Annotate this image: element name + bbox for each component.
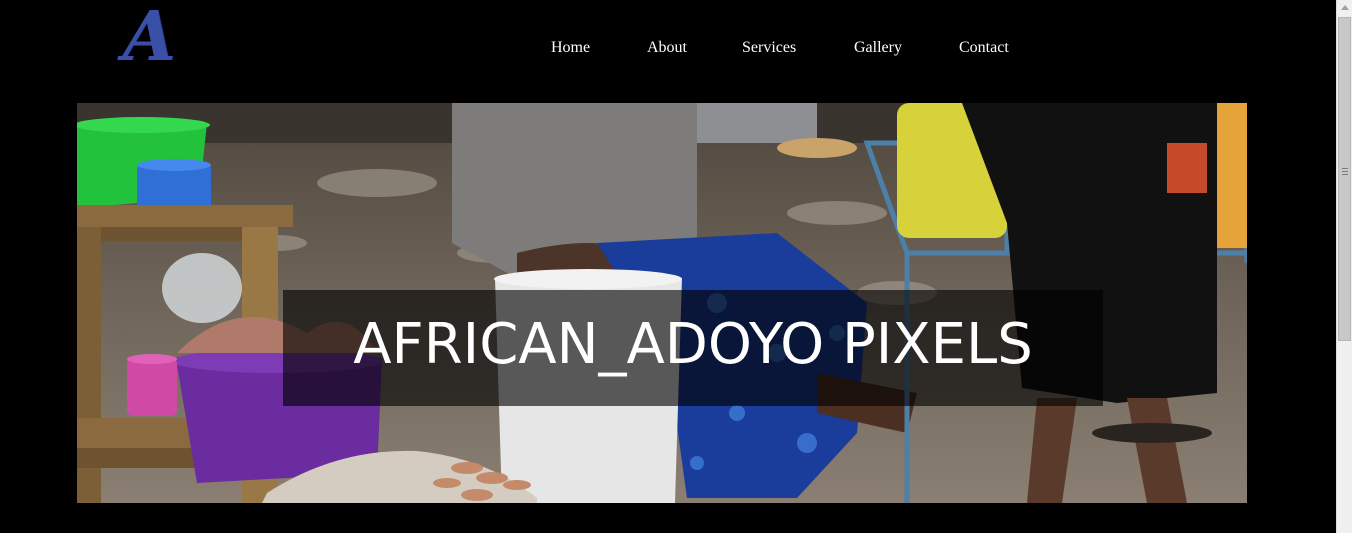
nav-about-link[interactable]: About xyxy=(647,36,687,60)
nav-contact-link[interactable]: Contact xyxy=(959,36,1009,60)
page: A Home About Services Gallery Contact AF… xyxy=(0,0,1336,533)
hero-title-overlay: AFRICAN_ADOYO PIXELS xyxy=(283,290,1103,406)
nav-services-link[interactable]: Services xyxy=(742,36,796,60)
scrollbar-grip-icon xyxy=(1342,168,1348,176)
scroll-up-arrow-icon[interactable] xyxy=(1337,0,1352,16)
vertical-scrollbar[interactable] xyxy=(1336,0,1352,533)
nav-gallery-link[interactable]: Gallery xyxy=(854,36,902,60)
hero-banner: AFRICAN_ADOYO PIXELS xyxy=(77,103,1247,503)
nav-home-link[interactable]: Home xyxy=(551,36,590,60)
main-nav: Home About Services Gallery Contact xyxy=(0,36,1336,60)
hero-title: AFRICAN_ADOYO PIXELS xyxy=(353,312,1033,377)
scrollbar-thumb[interactable] xyxy=(1338,17,1351,341)
